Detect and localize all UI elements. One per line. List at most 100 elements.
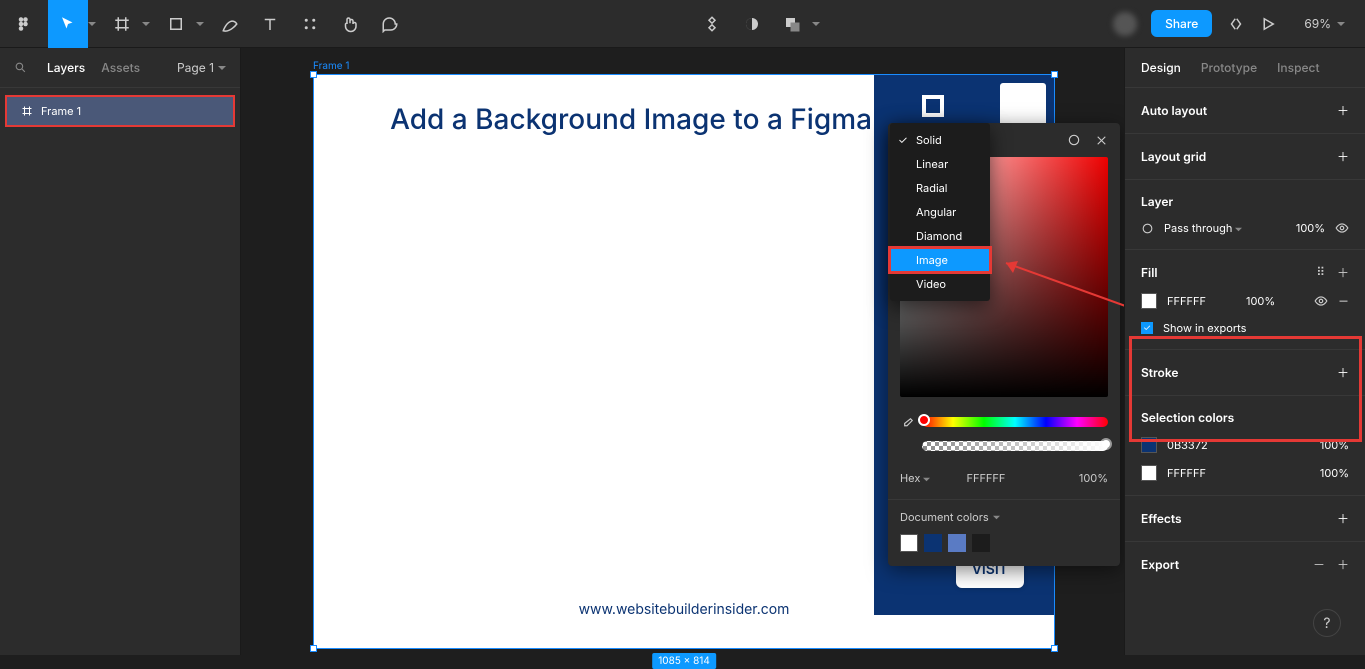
doc-swatch[interactable] bbox=[900, 534, 918, 552]
layers-tab[interactable]: Layers bbox=[47, 60, 85, 75]
comment-tool[interactable] bbox=[370, 0, 410, 48]
fill-type-radial[interactable]: Radial bbox=[890, 176, 990, 200]
fill-visibility-icon[interactable] bbox=[1314, 294, 1328, 308]
doc-swatch[interactable] bbox=[948, 534, 966, 552]
hue-slider[interactable] bbox=[922, 417, 1108, 427]
alpha-slider[interactable] bbox=[922, 441, 1108, 451]
left-panel-header: Layers Assets Page 1 bbox=[0, 48, 240, 88]
sel-swatch[interactable] bbox=[1141, 437, 1157, 453]
color-opacity[interactable]: 100% bbox=[1079, 471, 1108, 485]
auto-layout-add[interactable]: ＋ bbox=[1337, 102, 1349, 119]
boolean-chevron[interactable] bbox=[812, 0, 826, 48]
layer-label: Frame 1 bbox=[41, 104, 81, 118]
zoom-level[interactable]: 69% bbox=[1284, 16, 1365, 31]
toolbar-center bbox=[692, 0, 826, 47]
frame-url: www.websitebuilderinsider.com bbox=[314, 601, 1054, 618]
layer-frame-1[interactable]: Frame 1 bbox=[5, 95, 235, 127]
sel-hex: FFFFFF bbox=[1167, 466, 1206, 480]
fill-remove[interactable]: － bbox=[1338, 293, 1349, 309]
handle-ne[interactable] bbox=[1051, 71, 1058, 78]
fill-type-angular[interactable]: Angular bbox=[890, 200, 990, 224]
left-panel: Layers Assets Page 1 Frame 1 bbox=[0, 48, 241, 655]
layout-grid-title: Layout grid bbox=[1141, 149, 1206, 164]
top-toolbar: Share 69% bbox=[0, 0, 1365, 48]
components-icon[interactable] bbox=[692, 0, 732, 48]
fill-type-linear[interactable]: Linear bbox=[890, 152, 990, 176]
layer-section-title: Layer bbox=[1141, 194, 1173, 209]
selection-color-row[interactable]: 0B3372100% bbox=[1141, 437, 1349, 453]
fill-add[interactable]: ＋ bbox=[1337, 264, 1349, 281]
visibility-icon[interactable] bbox=[1335, 221, 1349, 235]
frame-tool-chevron[interactable] bbox=[142, 0, 156, 48]
resources-tool[interactable] bbox=[290, 0, 330, 48]
sel-opacity: 100% bbox=[1320, 466, 1349, 480]
blend-icon[interactable] bbox=[1067, 133, 1081, 147]
show-in-exports-checkbox[interactable]: ✓ bbox=[1141, 322, 1153, 334]
export-add[interactable]: ＋ bbox=[1337, 556, 1349, 573]
devmode-icon[interactable] bbox=[1220, 0, 1252, 48]
hand-tool[interactable] bbox=[330, 0, 370, 48]
selection-color-row[interactable]: FFFFFF 100% bbox=[1141, 465, 1349, 481]
design-tab[interactable]: Design bbox=[1141, 60, 1181, 75]
frame-icon bbox=[21, 105, 33, 117]
alpha-handle[interactable] bbox=[1100, 438, 1112, 450]
page-selector[interactable]: Page 1 bbox=[177, 60, 226, 75]
pen-tool[interactable] bbox=[210, 0, 250, 48]
eyedropper-icon[interactable] bbox=[900, 417, 914, 431]
right-panel: Design Prototype Inspect Auto layout ＋ La… bbox=[1124, 48, 1365, 655]
fill-swatch[interactable] bbox=[1141, 293, 1157, 309]
effects-title: Effects bbox=[1141, 511, 1182, 526]
hue-handle[interactable] bbox=[918, 414, 930, 426]
selection-colors-title: Selection colors bbox=[1141, 410, 1234, 425]
sel-swatch[interactable] bbox=[1141, 465, 1157, 481]
move-tool-chevron[interactable] bbox=[88, 0, 102, 48]
search-icon[interactable] bbox=[14, 61, 27, 74]
hex-mode[interactable]: Hex bbox=[900, 471, 930, 485]
fill-type-video[interactable]: Video bbox=[890, 272, 990, 296]
fill-styles-icon[interactable]: ⠿ bbox=[1316, 264, 1325, 281]
layer-opacity[interactable]: 100% bbox=[1296, 221, 1325, 235]
dimensions-pill: 1085 × 814 bbox=[652, 653, 716, 669]
handle-nw[interactable] bbox=[310, 71, 317, 78]
layout-grid-add[interactable]: ＋ bbox=[1337, 148, 1349, 165]
fill-type-diamond[interactable]: Diamond bbox=[890, 224, 990, 248]
blend-mode-icon[interactable] bbox=[1141, 222, 1154, 235]
doc-swatch[interactable] bbox=[924, 534, 942, 552]
help-button[interactable]: ? bbox=[1313, 609, 1341, 637]
play-icon[interactable] bbox=[1252, 0, 1284, 48]
fill-hex[interactable]: FFFFFF bbox=[1167, 294, 1206, 308]
frame-tool[interactable] bbox=[102, 0, 142, 48]
frame-label[interactable]: Frame 1 bbox=[313, 60, 349, 72]
fill-opacity[interactable]: 100% bbox=[1246, 294, 1275, 308]
sel-hex: 0B3372 bbox=[1167, 438, 1208, 452]
handle-se[interactable] bbox=[1051, 645, 1058, 652]
stroke-add[interactable]: ＋ bbox=[1337, 364, 1349, 381]
hex-value[interactable]: FFFFFF bbox=[966, 471, 1005, 485]
blend-mode[interactable]: Pass through bbox=[1164, 221, 1242, 235]
move-tool[interactable] bbox=[48, 0, 88, 48]
figma-menu[interactable] bbox=[0, 0, 48, 48]
export-remove[interactable]: － bbox=[1313, 556, 1325, 573]
prototype-tab[interactable]: Prototype bbox=[1201, 60, 1257, 75]
doc-swatch[interactable] bbox=[972, 534, 990, 552]
fill-type-image[interactable]: Image bbox=[890, 248, 990, 272]
share-button[interactable]: Share bbox=[1151, 10, 1212, 37]
avatar[interactable] bbox=[1113, 12, 1137, 36]
fill-type-dropdown: ✓SolidLinearRadialAngularDiamondImageVid… bbox=[890, 123, 990, 301]
mask-icon[interactable] bbox=[732, 0, 772, 48]
assets-tab[interactable]: Assets bbox=[101, 60, 140, 75]
handle-sw[interactable] bbox=[310, 645, 317, 652]
inspect-tab[interactable]: Inspect bbox=[1277, 60, 1319, 75]
close-icon[interactable] bbox=[1095, 134, 1108, 147]
doc-colors-label[interactable]: Document colors bbox=[900, 510, 1108, 524]
effects-add[interactable]: ＋ bbox=[1337, 510, 1349, 527]
toolbar-left bbox=[0, 0, 410, 47]
text-tool[interactable] bbox=[250, 0, 290, 48]
boolean-icon[interactable] bbox=[772, 0, 812, 48]
auto-layout-title: Auto layout bbox=[1141, 103, 1207, 118]
stroke-title: Stroke bbox=[1141, 365, 1179, 380]
shape-tool[interactable] bbox=[156, 0, 196, 48]
export-title: Export bbox=[1141, 557, 1179, 572]
fill-type-solid[interactable]: ✓Solid bbox=[890, 128, 990, 152]
shape-tool-chevron[interactable] bbox=[196, 0, 210, 48]
